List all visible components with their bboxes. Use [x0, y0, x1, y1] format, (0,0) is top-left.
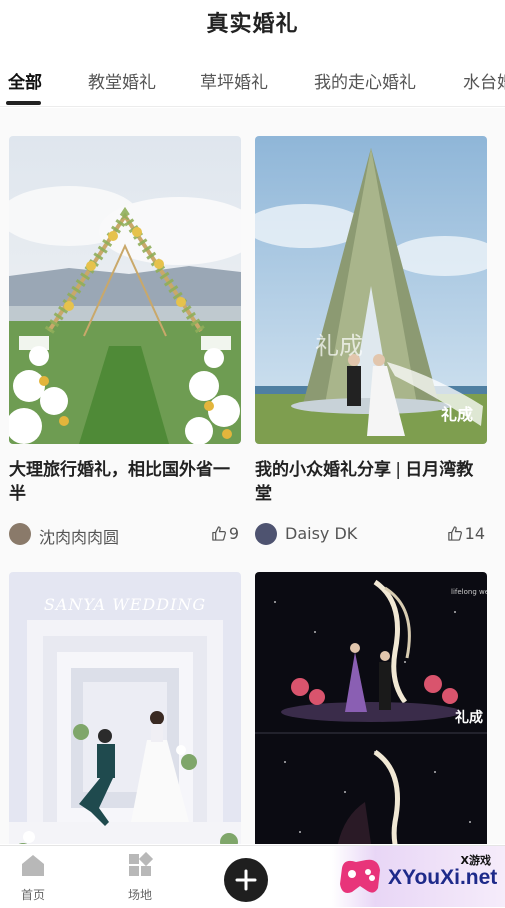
- night-stage-photo: lifelong wedding 礼成: [255, 572, 487, 844]
- photo-watermark: 礼成: [315, 332, 363, 360]
- wedding-card[interactable]: 礼成 礼成 我的小众婚礼分享❘日月湾教堂 Daisy DK 14: [255, 136, 487, 548]
- home-icon: [22, 855, 44, 876]
- plus-icon: [235, 869, 257, 891]
- create-post-button[interactable]: [224, 858, 268, 902]
- wedding-card[interactable]: SANYA WEDDING: [9, 572, 241, 844]
- tab-all[interactable]: 全部: [8, 68, 42, 93]
- site-watermark: X游戏 XYouXi.net: [332, 846, 505, 907]
- avatar[interactable]: [9, 523, 31, 545]
- photo-top-label: lifelong wedding: [451, 588, 487, 596]
- tab-water-stage[interactable]: 水台婚: [463, 68, 505, 93]
- category-tabs: 全部 教堂婚礼 草坪婚礼 我的走心婚礼 水台婚: [0, 58, 505, 107]
- card-photo[interactable]: 礼成 礼成: [255, 136, 487, 444]
- photo-logo: 礼成: [441, 405, 473, 424]
- thumbs-up-icon: [447, 526, 462, 541]
- tab-venue-label: 场地: [127, 888, 152, 902]
- card-author-row: 沈肉肉肉圆 9: [9, 520, 241, 548]
- tab-home-label: 首页: [20, 888, 45, 902]
- active-tab-indicator: [6, 101, 41, 105]
- like-count[interactable]: 9: [211, 524, 239, 543]
- card-title[interactable]: 我的小众婚礼分享❘日月湾教堂: [255, 458, 487, 506]
- page-header: 真实婚礼: [0, 0, 505, 46]
- card-photo[interactable]: lifelong wedding 礼成: [255, 572, 487, 844]
- photo-headline: SANYA WEDDING: [44, 595, 206, 614]
- like-count-value: 9: [228, 524, 239, 543]
- tab-venue[interactable]: 场地: [105, 851, 175, 903]
- venue-icon: [129, 851, 154, 876]
- like-count[interactable]: 14: [447, 524, 485, 543]
- wedding-card[interactable]: 大理旅行婚礼，相比国外省一半 沈肉肉肉圆 9: [9, 136, 241, 548]
- wedding-card[interactable]: lifelong wedding 礼成: [255, 572, 487, 844]
- glass-chapel-photo: 礼成 礼成: [255, 136, 487, 444]
- floral-arch-photo: [9, 136, 241, 444]
- wedding-feed[interactable]: 大理旅行婚礼，相比国外省一半 沈肉肉肉圆 9 礼成 礼成 我的小众婚礼分享❘日月…: [0, 108, 505, 844]
- card-author-row: Daisy DK 14: [255, 520, 487, 548]
- photo-logo: 礼成: [455, 709, 483, 726]
- watermark-site-name: XYouXi.net: [388, 866, 498, 889]
- tab-lawn[interactable]: 草坪婚礼: [200, 68, 268, 93]
- card-photo[interactable]: [9, 136, 241, 444]
- thumbs-up-icon: [212, 526, 226, 541]
- avatar[interactable]: [255, 523, 277, 545]
- gamepad-logo-icon: [340, 859, 380, 893]
- author-name[interactable]: 沈肉肉肉圆: [39, 524, 119, 548]
- tab-heartfelt[interactable]: 我的走心婚礼: [314, 68, 416, 93]
- like-count-value: 14: [464, 524, 485, 543]
- card-photo[interactable]: SANYA WEDDING: [9, 572, 241, 844]
- author-name[interactable]: Daisy DK: [285, 524, 357, 543]
- tab-home[interactable]: 首页: [0, 852, 68, 903]
- card-title[interactable]: 大理旅行婚礼，相比国外省一半: [9, 458, 241, 506]
- tab-church[interactable]: 教堂婚礼: [88, 68, 156, 93]
- white-frame-photo: SANYA WEDDING: [9, 572, 241, 844]
- page-title: 真实婚礼: [206, 12, 299, 37]
